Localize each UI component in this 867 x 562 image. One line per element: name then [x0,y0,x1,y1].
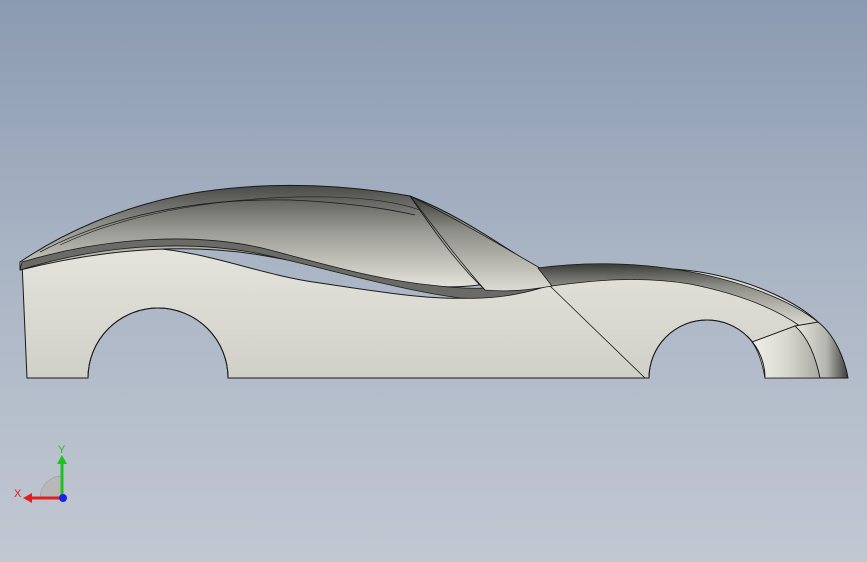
y-axis-label: Y [58,444,66,456]
y-axis-arrowhead [57,455,67,464]
x-axis-label: X [14,488,22,500]
graphics-viewport[interactable]: Y X [0,0,867,562]
car-body-model[interactable] [0,0,867,562]
z-axis-dot [59,494,67,502]
x-axis-arrowhead [23,493,32,503]
triad-plane-icon [39,475,63,499]
axis-triad: Y X [14,444,67,503]
